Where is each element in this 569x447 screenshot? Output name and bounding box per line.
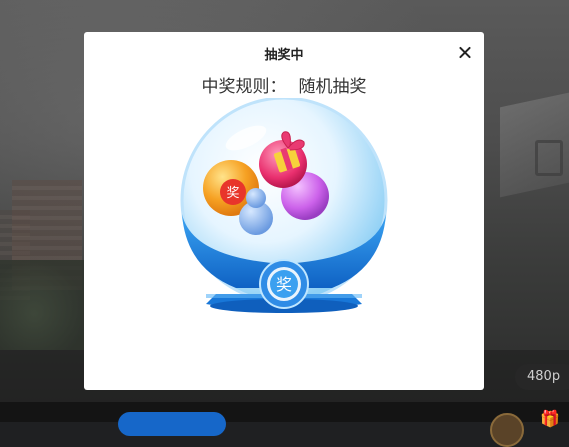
gacha-machine-illustration: 奖 奖 [180,98,388,313]
close-icon[interactable] [454,42,476,64]
lottery-dialog: 抽奖中 中奖规则： 随机抽奖 奖 奖 [84,32,484,390]
machine-badge-label: 奖 [276,275,292,294]
avatar[interactable] [490,413,524,447]
dialog-title: 抽奖中 [264,48,304,63]
background-tree [0,260,85,350]
bottom-action-button[interactable] [118,412,226,436]
quality-selector[interactable]: 480p [515,364,569,390]
prize-rule: 中奖规则： 随机抽奖 [84,72,484,97]
background-sign-glyph [535,140,563,176]
bottom-toolbar [0,402,569,422]
rule-label: 中奖规则： [201,77,287,97]
gift-icon[interactable]: 🎁 [540,411,566,427]
rule-value: 随机抽奖 [298,77,367,97]
svg-text:奖: 奖 [226,186,239,201]
